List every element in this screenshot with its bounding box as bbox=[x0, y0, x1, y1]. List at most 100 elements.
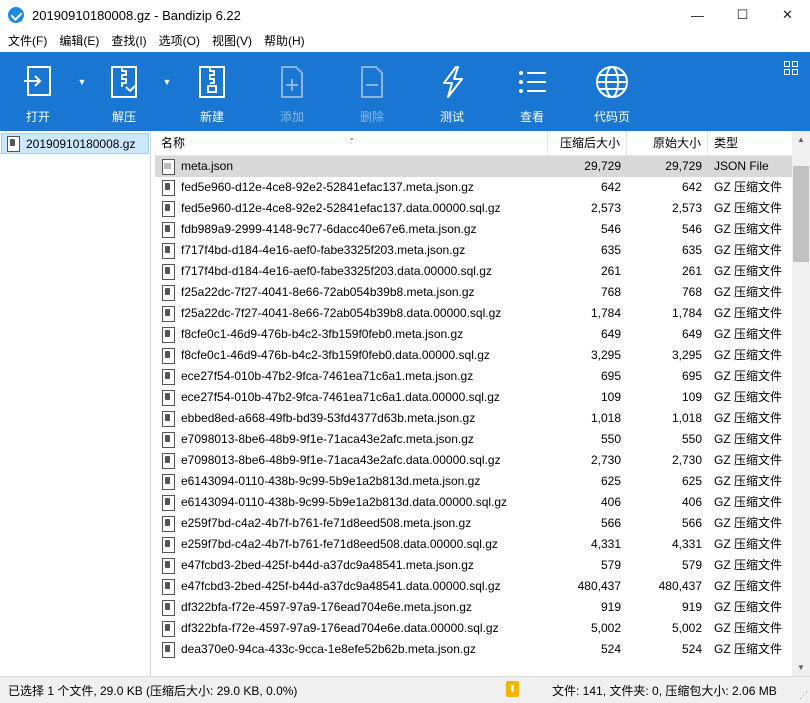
new-archive-button[interactable]: 新建 bbox=[192, 52, 232, 131]
file-type: GZ 压缩文件 bbox=[714, 264, 782, 278]
table-row[interactable]: ece27f54-010b-47b2-9fca-7461ea71c6a1.dat… bbox=[155, 387, 792, 408]
file-name: f717f4bd-d184-4e16-aef0-fabe3325f203.met… bbox=[181, 243, 466, 257]
resize-grip-icon[interactable]: ⋰ bbox=[799, 690, 808, 701]
file-name: e47fcbd3-2bed-425f-b44d-a37dc9a48541.dat… bbox=[181, 579, 501, 593]
table-row[interactable]: f8cfe0c1-46d9-476b-b4c2-3fb159f0feb0.met… bbox=[155, 324, 792, 345]
vertical-scrollbar[interactable]: ▲ ▼ bbox=[792, 131, 810, 676]
compressed-size: 261 bbox=[600, 264, 621, 278]
extract-button[interactable]: 解压 bbox=[106, 52, 142, 131]
delete-button[interactable]: 删除 bbox=[352, 52, 392, 131]
file-name: e6143094-0110-438b-9c99-5b9e1a2b813d.met… bbox=[181, 474, 481, 488]
file-type: GZ 压缩文件 bbox=[714, 453, 782, 467]
file-type: GZ 压缩文件 bbox=[714, 180, 782, 194]
gz-file-icon bbox=[161, 516, 175, 532]
file-name-cell: dea370e0-94ca-433c-9cca-1e8efe52b62b.met… bbox=[155, 639, 548, 660]
table-row[interactable]: df322bfa-f72e-4597-97a9-176ead704e6e.dat… bbox=[155, 618, 792, 639]
view-button[interactable]: 查看 bbox=[512, 52, 552, 131]
test-button[interactable]: 测试 bbox=[432, 52, 472, 131]
extract-dropdown-chevron-icon[interactable]: ▼ bbox=[142, 52, 192, 131]
column-header-original[interactable]: 原始大小 bbox=[627, 131, 708, 156]
new-archive-label: 新建 bbox=[199, 110, 224, 124]
file-type: GZ 压缩文件 bbox=[714, 327, 782, 341]
scroll-up-arrow-icon[interactable]: ▲ bbox=[792, 131, 810, 148]
table-row[interactable]: e6143094-0110-438b-9c99-5b9e1a2b813d.met… bbox=[155, 471, 792, 492]
compressed-size: 649 bbox=[600, 327, 621, 341]
file-name-cell: df322bfa-f72e-4597-97a9-176ead704e6e.dat… bbox=[155, 618, 548, 639]
table-row[interactable]: f717f4bd-d184-4e16-aef0-fabe3325f203.met… bbox=[155, 240, 792, 261]
column-header-type[interactable]: 类型 bbox=[708, 131, 792, 156]
menu-find[interactable]: 查找(I) bbox=[105, 30, 152, 52]
original-size: 29,729 bbox=[665, 159, 702, 173]
scroll-down-arrow-icon[interactable]: ▼ bbox=[792, 659, 810, 676]
open-dropdown-chevron-icon[interactable]: ▼ bbox=[58, 52, 106, 131]
table-row[interactable]: e47fcbd3-2bed-425f-b44d-a37dc9a48541.dat… bbox=[155, 576, 792, 597]
view-label: 查看 bbox=[519, 110, 544, 124]
codepage-button[interactable]: 代码页 bbox=[592, 52, 632, 131]
original-size: 4,331 bbox=[671, 537, 702, 551]
table-row[interactable]: df322bfa-f72e-4597-97a9-176ead704e6e.met… bbox=[155, 597, 792, 618]
status-summary: 文件: 141, 文件夹: 0, 压缩包大小: 2.06 MB bbox=[552, 684, 777, 698]
file-name-cell: f25a22dc-7f27-4041-8e66-72ab054b39b8.met… bbox=[155, 282, 548, 303]
folder-tree: 20190910180008.gz bbox=[0, 131, 151, 676]
table-row[interactable]: e6143094-0110-438b-9c99-5b9e1a2b813d.dat… bbox=[155, 492, 792, 513]
delete-label: 删除 bbox=[359, 110, 384, 124]
table-row[interactable]: fed5e960-d12e-4ce8-92e2-52841efac137.met… bbox=[155, 177, 792, 198]
close-button[interactable]: ✕ bbox=[765, 0, 810, 30]
gz-file-icon bbox=[161, 306, 175, 322]
table-row[interactable]: dea370e0-94ca-433c-9cca-1e8efe52b62b.met… bbox=[155, 639, 792, 660]
table-row[interactable]: meta.json 29,729 29,729 JSON File bbox=[155, 156, 792, 177]
tree-item-archive-root[interactable]: 20190910180008.gz bbox=[1, 133, 149, 154]
add-label: 添加 bbox=[279, 110, 304, 124]
file-name: fdb989a9-2999-4148-9c77-6dacc40e67e6.met… bbox=[181, 222, 477, 236]
open-button[interactable]: 打开 bbox=[18, 52, 58, 131]
file-name-cell: e259f7bd-c4a2-4b7f-b761-fe71d8eed508.dat… bbox=[155, 534, 548, 555]
file-type: GZ 压缩文件 bbox=[714, 579, 782, 593]
table-row[interactable]: ebbed8ed-a668-49fb-bd39-53fd4377d63b.met… bbox=[155, 408, 792, 429]
file-name: df322bfa-f72e-4597-97a9-176ead704e6e.met… bbox=[181, 600, 472, 614]
table-row[interactable]: e7098013-8be6-48b9-9f1e-71aca43e2afc.dat… bbox=[155, 450, 792, 471]
archive-file-icon bbox=[6, 136, 20, 152]
table-row[interactable]: ece27f54-010b-47b2-9fca-7461ea71c6a1.met… bbox=[155, 366, 792, 387]
column-header-compressed[interactable]: 压缩后大小 bbox=[548, 131, 627, 156]
file-type: GZ 压缩文件 bbox=[714, 243, 782, 257]
add-button[interactable]: 添加 bbox=[272, 52, 312, 131]
table-row[interactable]: e7098013-8be6-48b9-9f1e-71aca43e2afc.met… bbox=[155, 429, 792, 450]
table-row[interactable]: e47fcbd3-2bed-425f-b44d-a37dc9a48541.met… bbox=[155, 555, 792, 576]
table-row[interactable]: fed5e960-d12e-4ce8-92e2-52841efac137.dat… bbox=[155, 198, 792, 219]
file-type: GZ 压缩文件 bbox=[714, 474, 782, 488]
menu-file[interactable]: 文件(F) bbox=[2, 30, 53, 52]
table-row[interactable]: fdb989a9-2999-4148-9c77-6dacc40e67e6.met… bbox=[155, 219, 792, 240]
menu-view[interactable]: 视图(V) bbox=[206, 30, 258, 52]
file-name-cell: e7098013-8be6-48b9-9f1e-71aca43e2afc.met… bbox=[155, 429, 548, 450]
table-row[interactable]: f8cfe0c1-46d9-476b-b4c2-3fb159f0feb0.dat… bbox=[155, 345, 792, 366]
file-name-cell: ebbed8ed-a668-49fb-bd39-53fd4377d63b.met… bbox=[155, 408, 548, 429]
file-name-cell: e47fcbd3-2bed-425f-b44d-a37dc9a48541.met… bbox=[155, 555, 548, 576]
compressed-size: 524 bbox=[600, 642, 621, 656]
column-header-name[interactable]: 名称 ⌄ bbox=[155, 131, 548, 156]
table-row[interactable]: f25a22dc-7f27-4041-8e66-72ab054b39b8.dat… bbox=[155, 303, 792, 324]
menu-options[interactable]: 选项(O) bbox=[153, 30, 206, 52]
gz-file-icon bbox=[161, 579, 175, 595]
file-name: e7098013-8be6-48b9-9f1e-71aca43e2afc.met… bbox=[181, 432, 474, 446]
lock-icon bbox=[506, 681, 519, 697]
layout-menu-icon[interactable] bbox=[784, 61, 798, 75]
menu-edit[interactable]: 编辑(E) bbox=[53, 30, 105, 52]
scrollbar-thumb[interactable] bbox=[793, 166, 809, 262]
file-type: GZ 压缩文件 bbox=[714, 411, 782, 425]
extract-icon bbox=[106, 64, 142, 100]
table-row[interactable]: e259f7bd-c4a2-4b7f-b761-fe71d8eed508.dat… bbox=[155, 534, 792, 555]
table-row[interactable]: e259f7bd-c4a2-4b7f-b761-fe71d8eed508.met… bbox=[155, 513, 792, 534]
compressed-size: 29,729 bbox=[584, 159, 621, 173]
minimize-button[interactable]: — bbox=[675, 0, 720, 30]
maximize-button[interactable]: ☐ bbox=[720, 0, 765, 30]
file-name: f717f4bd-d184-4e16-aef0-fabe3325f203.dat… bbox=[181, 264, 492, 278]
compressed-size: 566 bbox=[600, 516, 621, 530]
window-controls: — ☐ ✕ bbox=[675, 0, 810, 30]
original-size: 5,002 bbox=[671, 621, 702, 635]
file-rows: meta.json 29,729 29,729 JSON File fed5e960-d… bbox=[155, 156, 792, 660]
table-row[interactable]: f25a22dc-7f27-4041-8e66-72ab054b39b8.met… bbox=[155, 282, 792, 303]
compressed-size: 480,437 bbox=[577, 579, 621, 593]
table-row[interactable]: f717f4bd-d184-4e16-aef0-fabe3325f203.dat… bbox=[155, 261, 792, 282]
file-type: GZ 压缩文件 bbox=[714, 516, 782, 530]
menu-help[interactable]: 帮助(H) bbox=[258, 30, 311, 52]
